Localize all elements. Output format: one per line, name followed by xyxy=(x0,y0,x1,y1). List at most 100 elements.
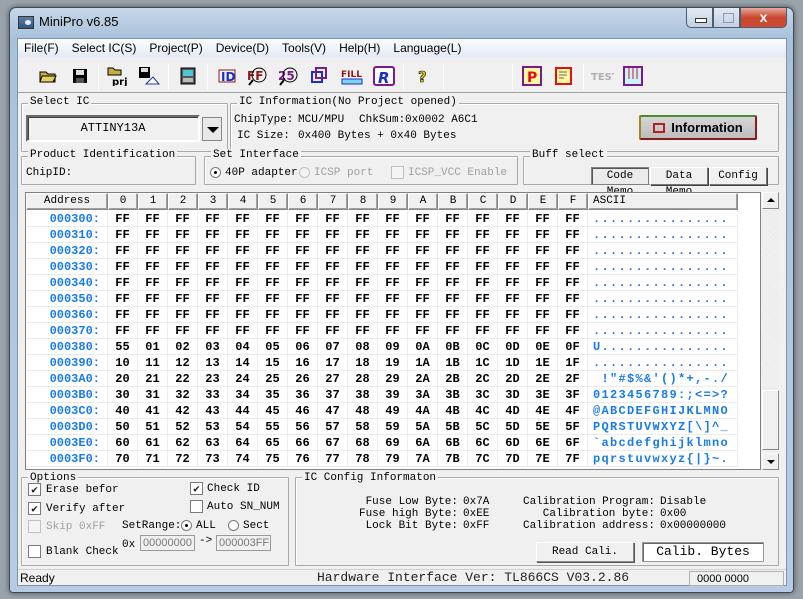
byte-cell[interactable]: FF xyxy=(318,227,348,243)
byte-cell[interactable]: 5B xyxy=(438,419,468,435)
tab-data-memo[interactable]: Data Memo xyxy=(650,167,708,198)
byte-cell[interactable]: 6E xyxy=(528,435,558,451)
open-file-icon[interactable] xyxy=(36,65,60,87)
column-header[interactable]: 7 xyxy=(318,193,348,210)
close-button[interactable]: x xyxy=(740,8,787,28)
byte-cell[interactable]: 7D xyxy=(498,451,528,467)
column-header[interactable]: Address xyxy=(26,193,108,210)
column-header[interactable]: ASCII xyxy=(588,193,738,210)
byte-cell[interactable]: 58 xyxy=(348,419,378,435)
byte-cell[interactable]: FF xyxy=(198,323,228,339)
byte-cell[interactable]: 29 xyxy=(378,371,408,387)
byte-cell[interactable]: 45 xyxy=(258,403,288,419)
ascii-cell[interactable]: !"#$%&'()*+,-./ xyxy=(588,371,738,387)
byte-cell[interactable]: 3E xyxy=(528,387,558,403)
byte-cell[interactable]: FF xyxy=(288,323,318,339)
read-icon[interactable] xyxy=(308,65,332,87)
byte-cell[interactable]: 60 xyxy=(108,435,138,451)
byte-cell[interactable]: FF xyxy=(318,243,348,259)
vertical-scrollbar[interactable] xyxy=(762,192,779,470)
byte-cell[interactable]: FF xyxy=(228,227,258,243)
byte-cell[interactable]: 03 xyxy=(198,339,228,355)
ascii-cell[interactable]: ................ xyxy=(588,307,738,323)
erase-icon[interactable] xyxy=(621,65,645,87)
column-header[interactable]: B xyxy=(438,193,468,210)
byte-cell[interactable]: 0A xyxy=(408,339,438,355)
test-icon[interactable]: TEST xyxy=(590,65,614,87)
byte-cell[interactable]: 20 xyxy=(108,371,138,387)
byte-cell[interactable]: 41 xyxy=(138,403,168,419)
byte-cell[interactable]: 64 xyxy=(228,435,258,451)
radio-range-all[interactable] xyxy=(181,520,192,531)
ascii-cell[interactable]: ................ xyxy=(588,323,738,339)
byte-cell[interactable]: 6B xyxy=(438,435,468,451)
menu-language[interactable]: Language(L) xyxy=(393,39,468,58)
byte-cell[interactable]: 66 xyxy=(288,435,318,451)
byte-cell[interactable]: FF xyxy=(258,307,288,323)
byte-cell[interactable]: FF xyxy=(438,275,468,291)
byte-cell[interactable]: FF xyxy=(138,307,168,323)
byte-cell[interactable]: FF xyxy=(528,227,558,243)
column-header[interactable]: F xyxy=(558,193,588,210)
byte-cell[interactable]: FF xyxy=(528,323,558,339)
byte-cell[interactable]: 59 xyxy=(378,419,408,435)
byte-cell[interactable]: FF xyxy=(138,211,168,227)
byte-cell[interactable]: 72 xyxy=(168,451,198,467)
blank-check-icon[interactable]: FF xyxy=(246,65,270,87)
ascii-cell[interactable]: U............... xyxy=(588,339,738,355)
byte-cell[interactable]: 78 xyxy=(348,451,378,467)
help-icon[interactable]: ? xyxy=(411,65,435,87)
byte-cell[interactable]: FF xyxy=(378,259,408,275)
column-header[interactable]: 2 xyxy=(168,193,198,210)
byte-cell[interactable]: FF xyxy=(408,307,438,323)
byte-cell[interactable]: FF xyxy=(258,259,288,275)
byte-cell[interactable]: FF xyxy=(168,307,198,323)
byte-cell[interactable]: FF xyxy=(438,243,468,259)
byte-cell[interactable]: 79 xyxy=(378,451,408,467)
byte-cell[interactable]: 7E xyxy=(528,451,558,467)
byte-cell[interactable]: FF xyxy=(138,275,168,291)
byte-cell[interactable]: FF xyxy=(228,307,258,323)
byte-cell[interactable]: FF xyxy=(348,275,378,291)
byte-cell[interactable]: 3A xyxy=(408,387,438,403)
byte-cell[interactable]: FF xyxy=(378,227,408,243)
byte-cell[interactable]: FF xyxy=(168,323,198,339)
byte-cell[interactable]: FF xyxy=(438,307,468,323)
byte-cell[interactable]: FF xyxy=(438,227,468,243)
byte-cell[interactable]: 47 xyxy=(318,403,348,419)
byte-cell[interactable]: FF xyxy=(348,307,378,323)
verify-after-checkbox[interactable]: ✔ xyxy=(28,502,41,515)
byte-cell[interactable]: 56 xyxy=(288,419,318,435)
byte-cell[interactable]: FF xyxy=(378,307,408,323)
maximize-button[interactable] xyxy=(713,8,740,28)
save-file-icon[interactable] xyxy=(68,65,92,87)
byte-cell[interactable]: 4B xyxy=(438,403,468,419)
byte-cell[interactable]: 11 xyxy=(138,355,168,371)
byte-cell[interactable]: 25 xyxy=(258,371,288,387)
byte-cell[interactable]: 0F xyxy=(558,339,588,355)
byte-cell[interactable]: 6F xyxy=(558,435,588,451)
byte-cell[interactable]: 1B xyxy=(438,355,468,371)
byte-cell[interactable]: 65 xyxy=(258,435,288,451)
ic-select-field[interactable]: ATTINY13A xyxy=(26,115,200,142)
byte-cell[interactable]: FF xyxy=(558,307,588,323)
byte-cell[interactable]: FF xyxy=(498,227,528,243)
byte-cell[interactable]: FF xyxy=(258,211,288,227)
ascii-cell[interactable]: ................ xyxy=(588,227,738,243)
byte-cell[interactable]: FF xyxy=(498,307,528,323)
byte-cell[interactable]: FF xyxy=(378,323,408,339)
byte-cell[interactable]: FF xyxy=(198,243,228,259)
byte-cell[interactable]: FF xyxy=(318,259,348,275)
byte-cell[interactable]: FF xyxy=(318,323,348,339)
scroll-thumb[interactable] xyxy=(762,390,779,450)
byte-cell[interactable]: FF xyxy=(198,307,228,323)
menu-file[interactable]: File(F) xyxy=(24,39,66,58)
byte-cell[interactable]: 2B xyxy=(438,371,468,387)
byte-cell[interactable]: FF xyxy=(468,275,498,291)
byte-cell[interactable]: FF xyxy=(138,259,168,275)
byte-cell[interactable]: 54 xyxy=(228,419,258,435)
byte-cell[interactable]: 14 xyxy=(228,355,258,371)
byte-cell[interactable]: 48 xyxy=(348,403,378,419)
byte-cell[interactable]: FF xyxy=(348,259,378,275)
byte-cell[interactable]: 07 xyxy=(318,339,348,355)
